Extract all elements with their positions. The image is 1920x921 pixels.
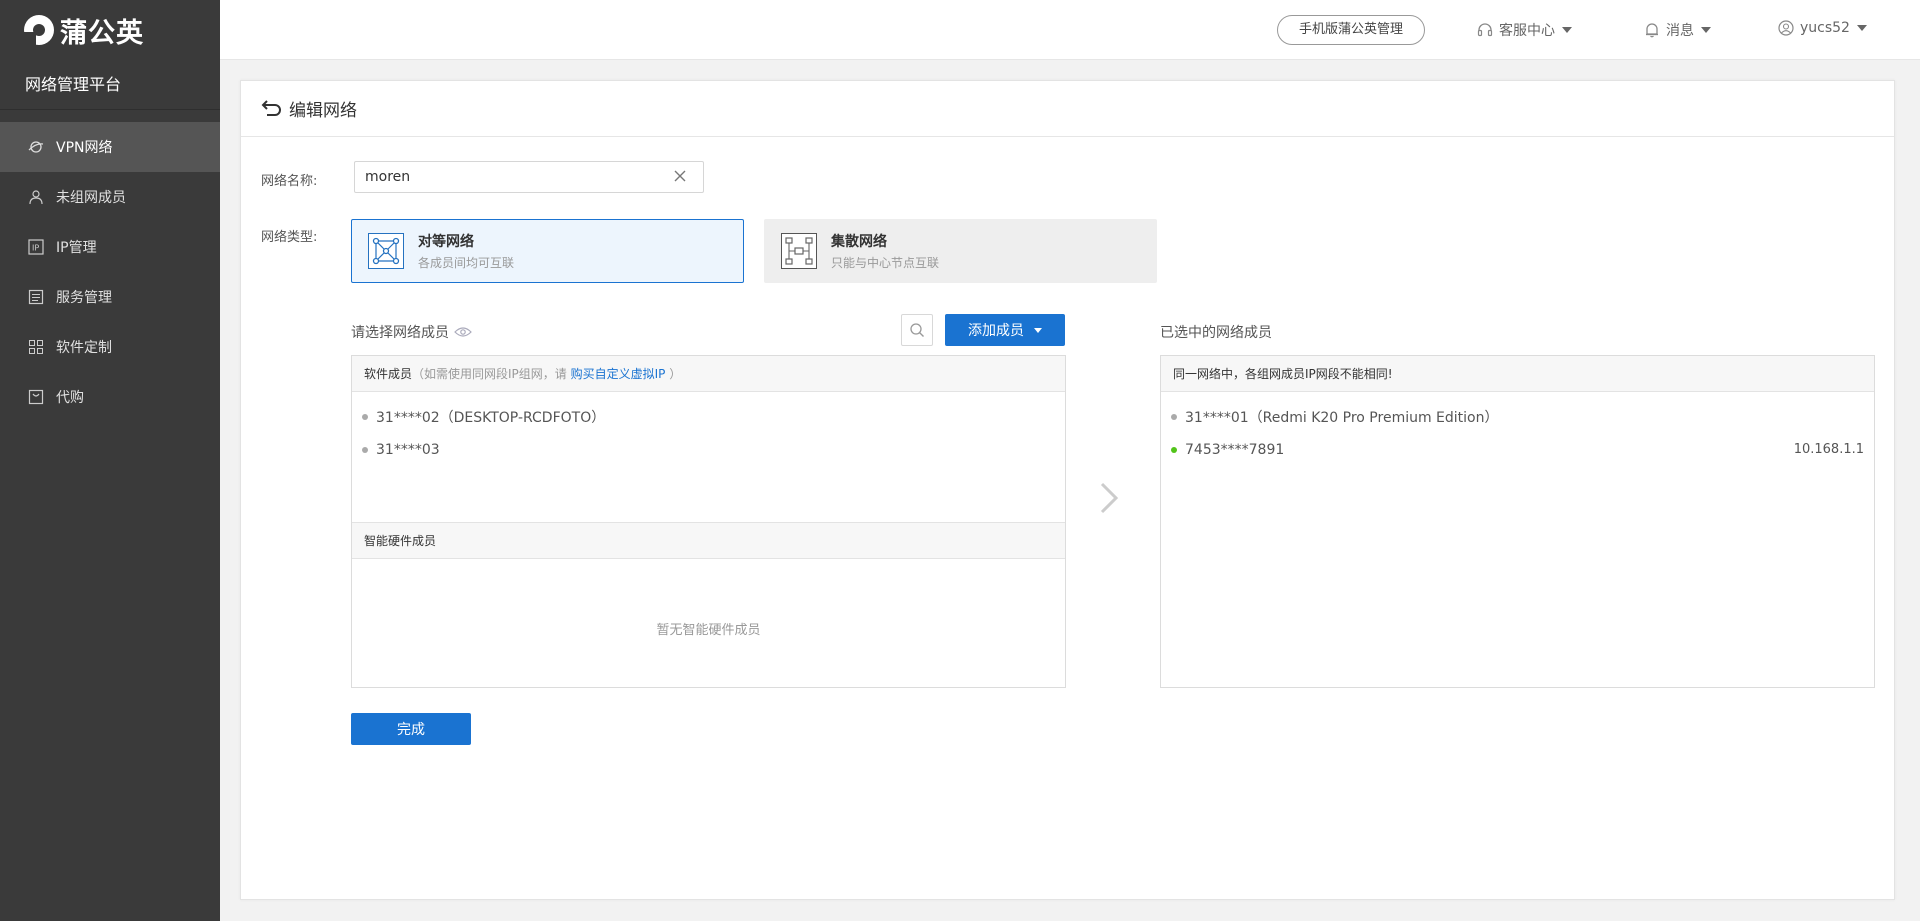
hardware-empty-text: 暂无智能硬件成员 bbox=[656, 623, 761, 638]
mobile-management-button[interactable]: 手机版蒲公英管理 bbox=[1277, 15, 1425, 45]
vpn-network-icon bbox=[28, 139, 44, 155]
peer-network-title: 对等网络 bbox=[418, 234, 474, 250]
eye-icon[interactable] bbox=[454, 326, 472, 338]
sidebar: 蒲公英 网络管理平台 VPN网络 未组网成员 IP IP管理 服务管理 软件定制… bbox=[0, 0, 220, 921]
software-members-label: 软件成员 bbox=[364, 367, 413, 381]
software-member-list: 31****02（DESKTOP-RCDFOTO） 31****03 bbox=[352, 392, 1065, 466]
support-center-label: 客服中心 bbox=[1499, 23, 1555, 39]
messages-menu[interactable]: 消息 bbox=[1644, 20, 1711, 40]
sidebar-item-vpn-network[interactable]: VPN网络 bbox=[0, 122, 220, 172]
member-name: 31****01（Redmi K20 Pro Premium Edition） bbox=[1185, 409, 1499, 426]
edit-network-panel: 编辑网络 网络名称: 网络类型: 对等网络 各成员间均可互联 集散网络 只能与中… bbox=[240, 80, 1895, 900]
member-name: 31****03 bbox=[376, 441, 440, 458]
sidebar-item-label: 代购 bbox=[56, 390, 84, 406]
selected-members-box: 同一网络中，各组网成员IP网段不能相同! 31****01（Redmi K20 … bbox=[1160, 355, 1875, 688]
mesh-network-icon bbox=[368, 233, 404, 269]
headset-icon bbox=[1477, 23, 1493, 37]
sidebar-item-label: VPN网络 bbox=[56, 140, 113, 156]
network-type-label: 网络类型: bbox=[261, 230, 318, 245]
user-icon bbox=[28, 189, 44, 205]
page-title: 编辑网络 bbox=[289, 101, 357, 121]
messages-label: 消息 bbox=[1666, 23, 1694, 39]
online-status-dot bbox=[1171, 446, 1177, 453]
member-ip: 10.168.1.1 bbox=[1793, 442, 1864, 457]
platform-title: 网络管理平台 bbox=[0, 60, 220, 110]
buy-custom-ip-link[interactable]: 购买自定义虚拟IP bbox=[571, 367, 666, 381]
add-member-button[interactable]: 添加成员 bbox=[945, 314, 1065, 346]
selected-members-title: 已选中的网络成员 bbox=[1160, 322, 1272, 342]
clear-icon[interactable] bbox=[673, 169, 687, 183]
hardware-members-header: 智能硬件成员 bbox=[352, 522, 1065, 559]
selected-members-label: 已选中的网络成员 bbox=[1160, 325, 1272, 341]
top-header: 手机版蒲公英管理 客服中心 消息 yucs52 bbox=[220, 0, 1920, 60]
list-item[interactable]: 31****01（Redmi K20 Pro Premium Edition） bbox=[1161, 400, 1874, 433]
username: yucs52 bbox=[1800, 20, 1850, 36]
available-members-box: 软件成员（如需使用同网段IP组网，请 购买自定义虚拟IP ） 31****02（… bbox=[351, 355, 1066, 688]
apps-grid-icon bbox=[28, 339, 44, 355]
sidebar-item-label: 服务管理 bbox=[56, 290, 112, 306]
brand-name: 蒲公英 bbox=[60, 17, 144, 49]
sidebar-item-ungrouped-members[interactable]: 未组网成员 bbox=[0, 172, 220, 222]
chevron-down-icon bbox=[1701, 27, 1711, 33]
purchase-icon bbox=[28, 389, 44, 405]
network-name-label: 网络名称: bbox=[261, 174, 318, 189]
back-icon[interactable] bbox=[261, 99, 283, 119]
peer-network-option[interactable]: 对等网络 各成员间均可互联 bbox=[351, 219, 744, 283]
selected-members-notice: 同一网络中，各组网成员IP网段不能相同! bbox=[1161, 356, 1874, 392]
list-item[interactable]: 31****03 bbox=[352, 433, 1065, 466]
software-members-header: 软件成员（如需使用同网段IP组网，请 购买自定义虚拟IP ） bbox=[352, 356, 1065, 392]
status-dot bbox=[362, 446, 368, 453]
sidebar-item-service-management[interactable]: 服务管理 bbox=[0, 272, 220, 322]
member-name: 31****02（DESKTOP-RCDFOTO） bbox=[376, 409, 606, 426]
member-name: 7453****7891 bbox=[1185, 441, 1285, 458]
network-name-input[interactable] bbox=[354, 161, 704, 193]
add-member-label: 添加成员 bbox=[968, 323, 1024, 339]
support-center-menu[interactable]: 客服中心 bbox=[1477, 20, 1572, 40]
select-members-label: 请选择网络成员 bbox=[351, 325, 449, 341]
selected-member-list: 31****01（Redmi K20 Pro Premium Edition） … bbox=[1161, 392, 1874, 466]
list-item[interactable]: 7453****7891 10.168.1.1 bbox=[1161, 433, 1874, 466]
chevron-down-icon bbox=[1034, 327, 1042, 333]
svg-text:IP: IP bbox=[32, 244, 39, 253]
sidebar-nav: VPN网络 未组网成员 IP IP管理 服务管理 软件定制 代购 bbox=[0, 122, 220, 422]
search-button[interactable] bbox=[901, 314, 933, 346]
list-item[interactable]: 31****02（DESKTOP-RCDFOTO） bbox=[352, 400, 1065, 433]
bell-icon bbox=[1646, 23, 1658, 38]
hub-network-title: 集散网络 bbox=[831, 234, 887, 250]
sidebar-item-ip-management[interactable]: IP IP管理 bbox=[0, 222, 220, 272]
panel-header: 编辑网络 bbox=[241, 81, 1894, 137]
logo-icon bbox=[24, 15, 54, 45]
chevron-down-icon bbox=[1562, 27, 1572, 33]
software-note-prefix: （如需使用同网段IP组网，请 bbox=[412, 367, 571, 381]
hub-network-desc: 只能与中心节点互联 bbox=[831, 256, 940, 270]
search-icon bbox=[910, 323, 924, 337]
sidebar-item-label: 未组网成员 bbox=[56, 190, 126, 206]
sidebar-item-label: 软件定制 bbox=[56, 340, 112, 356]
chevron-right-icon[interactable] bbox=[1099, 481, 1119, 515]
sidebar-item-purchase[interactable]: 代购 bbox=[0, 372, 220, 422]
hub-network-icon bbox=[781, 233, 817, 269]
user-menu[interactable]: yucs52 bbox=[1778, 20, 1867, 36]
user-avatar-icon bbox=[1778, 20, 1794, 36]
software-note-suffix: ） bbox=[665, 367, 682, 381]
status-dot bbox=[1171, 413, 1177, 420]
done-button[interactable]: 完成 bbox=[351, 713, 471, 745]
service-list-icon bbox=[28, 289, 44, 305]
sidebar-item-label: IP管理 bbox=[56, 240, 97, 256]
status-dot bbox=[362, 413, 368, 420]
logo[interactable]: 蒲公英 bbox=[0, 0, 220, 60]
sidebar-item-software-custom[interactable]: 软件定制 bbox=[0, 322, 220, 372]
peer-network-desc: 各成员间均可互联 bbox=[418, 256, 515, 270]
hub-network-option[interactable]: 集散网络 只能与中心节点互联 bbox=[764, 219, 1157, 283]
select-members-title: 请选择网络成员 bbox=[351, 322, 472, 342]
chevron-down-icon bbox=[1856, 25, 1867, 31]
ip-icon: IP bbox=[28, 239, 44, 255]
